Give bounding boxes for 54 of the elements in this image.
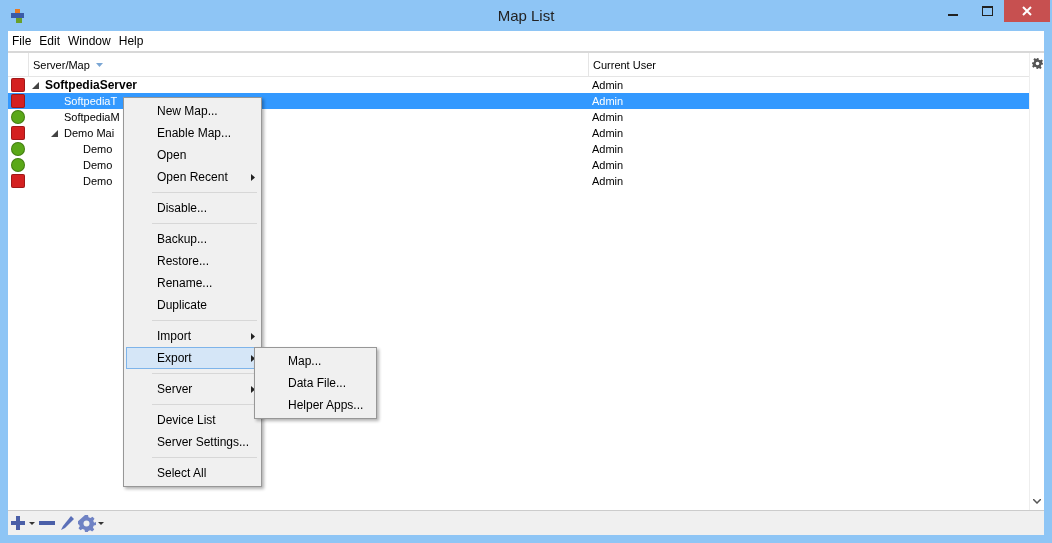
table-cell: Admin <box>592 175 624 187</box>
menu-option[interactable]: New Map... <box>126 100 259 122</box>
menu-option[interactable]: Import <box>126 325 259 347</box>
minimize-icon <box>948 14 958 16</box>
menu-option[interactable]: Open Recent <box>126 166 259 188</box>
menu-option[interactable]: Backup... <box>126 228 259 250</box>
tree-item-label[interactable]: SoftpediaServer <box>45 78 138 92</box>
maximize-icon <box>981 6 993 16</box>
table-cell: Admin <box>592 159 624 171</box>
table-cell: Admin <box>592 127 624 139</box>
submenu-arrow-icon <box>251 332 255 340</box>
add-icon[interactable] <box>11 516 35 530</box>
tree-item-label[interactable]: SoftpediaM <box>64 111 120 123</box>
menu-option[interactable]: Data File... <box>257 372 374 394</box>
menu-item[interactable]: File <box>8 34 36 48</box>
menu-option[interactable]: Server <box>126 378 259 400</box>
close-button[interactable] <box>1004 0 1050 22</box>
window-title: Map List <box>497 7 555 24</box>
close-icon <box>1022 6 1032 16</box>
menu-option[interactable]: Helper Apps... <box>257 394 374 416</box>
remove-icon[interactable] <box>39 520 55 526</box>
menu-option[interactable]: Enable Map... <box>126 122 259 144</box>
expand-icon[interactable] <box>32 82 39 89</box>
submenu-arrow-icon <box>251 354 255 362</box>
tree-item-label[interactable]: Demo <box>83 175 113 187</box>
settings-icon[interactable] <box>78 514 104 532</box>
scroll-down-icon[interactable] <box>1033 499 1041 504</box>
tree-item-label[interactable]: Demo <box>83 159 113 171</box>
menu-option[interactable]: Map... <box>257 350 374 372</box>
tree-item-label[interactable]: Demo Mai <box>64 127 115 139</box>
menu-option[interactable]: Open <box>126 144 259 166</box>
menu-option[interactable]: Rename... <box>126 272 259 294</box>
menu-option[interactable]: Disable... <box>126 197 259 219</box>
menu-option[interactable]: Duplicate <box>126 294 259 316</box>
table-cell: Admin <box>592 143 624 155</box>
table-cell: Admin <box>592 111 624 123</box>
menu-option[interactable]: Restore... <box>126 250 259 272</box>
menu-item[interactable]: Edit <box>35 34 65 48</box>
column-header[interactable]: Server/Map <box>28 53 588 76</box>
menu-option[interactable]: Select All <box>126 462 259 484</box>
menu-item[interactable]: Window <box>64 34 115 48</box>
column-header[interactable]: Current User <box>588 53 1029 76</box>
submenu-arrow-icon <box>251 385 255 393</box>
menu-option[interactable]: Device List <box>126 409 259 431</box>
tree-item-label[interactable]: Demo <box>83 143 113 155</box>
menu-option[interactable]: Server Settings... <box>126 431 259 453</box>
table-cell: Admin <box>592 95 624 107</box>
menu-item[interactable]: Help <box>114 34 148 48</box>
pencil-icon[interactable] <box>59 515 74 531</box>
table-cell: Admin <box>592 79 624 91</box>
expand-icon[interactable] <box>51 130 58 137</box>
app-icon <box>10 7 26 24</box>
settings-icon[interactable] <box>1031 58 1043 69</box>
submenu-arrow-icon <box>251 173 255 181</box>
